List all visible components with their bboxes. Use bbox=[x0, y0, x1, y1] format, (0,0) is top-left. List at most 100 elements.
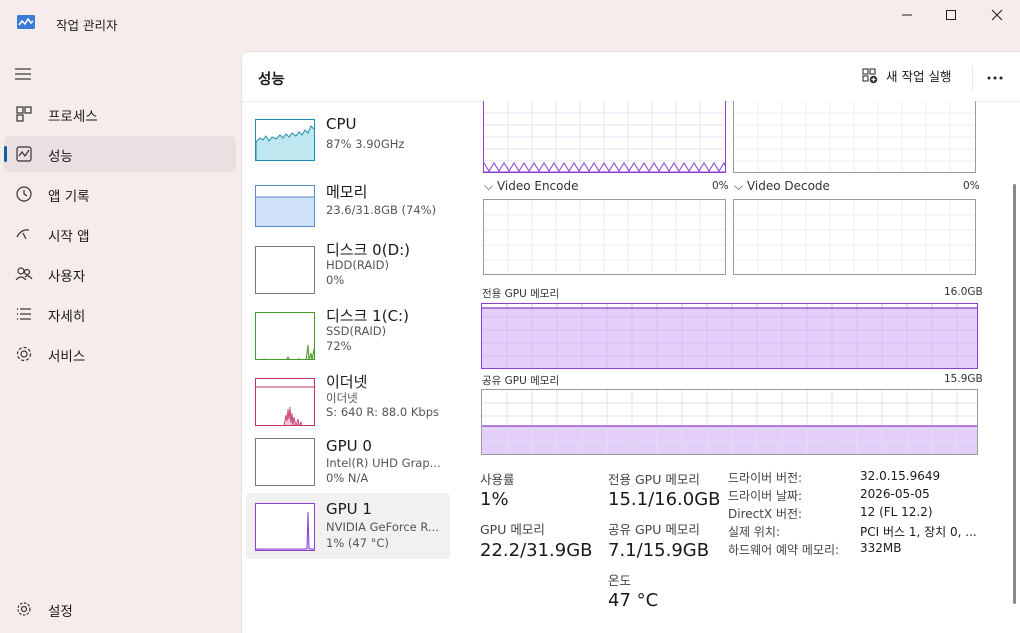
vertical-scrollbar[interactable] bbox=[1013, 184, 1016, 604]
resource-title: GPU 0 bbox=[326, 437, 372, 455]
startup-icon bbox=[16, 229, 30, 240]
gpu-mem-label: GPU 메모리 bbox=[480, 522, 545, 537]
dedicated-memory-graph bbox=[481, 303, 978, 369]
info-value: 332MB bbox=[860, 541, 902, 555]
resource-detail-usage: 72% bbox=[326, 339, 352, 353]
gpu-1-thumbnail bbox=[255, 503, 315, 551]
hamburger-menu-icon[interactable] bbox=[14, 66, 34, 82]
video-encode-selector[interactable]: ⌵ Video Encode bbox=[484, 179, 579, 194]
more-options-button[interactable] bbox=[984, 68, 1006, 88]
resource-detail: 87% 3.90GHz bbox=[326, 137, 405, 151]
users-icon bbox=[15, 267, 33, 281]
disk-1-thumbnail bbox=[255, 312, 315, 360]
engine-graph-2 bbox=[733, 101, 976, 173]
dedicated-mem-value: 15.1/16.0GB bbox=[608, 489, 721, 510]
resource-ethernet[interactable]: 이더넷 이더넷 S: 640 R: 88.0 Kbps bbox=[246, 370, 450, 426]
nav-label-processes: 프로세스 bbox=[48, 109, 98, 125]
nav-item-details[interactable]: 자세히 bbox=[4, 296, 236, 332]
resource-disk-1[interactable]: 디스크 1(C:) SSD(RAID) 72% bbox=[246, 304, 450, 360]
close-button[interactable] bbox=[974, 0, 1020, 30]
temperature-label: 온도 bbox=[608, 573, 632, 588]
chevron-down-icon: ⌵ bbox=[484, 179, 494, 193]
shared-memory-max: 15.9GB bbox=[944, 373, 983, 385]
resource-title: 이더넷 bbox=[326, 373, 368, 391]
shared-memory-label: 공유 GPU 메모리 bbox=[482, 375, 560, 387]
resource-cpu[interactable]: CPU 87% 3.90GHz bbox=[246, 114, 450, 170]
active-indicator bbox=[4, 146, 7, 162]
maximize-button[interactable] bbox=[928, 0, 974, 30]
new-task-label: 새 작업 실행 bbox=[886, 69, 952, 84]
close-icon bbox=[991, 9, 1003, 21]
nav-label-details: 자세히 bbox=[48, 309, 86, 325]
task-manager-app-icon bbox=[17, 15, 35, 29]
header-divider bbox=[972, 66, 973, 90]
nav-item-performance[interactable]: 성능 bbox=[4, 136, 236, 172]
info-value: PCI 버스 1, 장치 0, ... bbox=[860, 525, 977, 539]
nav-label-services: 서비스 bbox=[48, 349, 86, 365]
nav-label-performance: 성능 bbox=[48, 149, 73, 165]
nav-label-settings: 설정 bbox=[48, 604, 73, 620]
resource-title: 디스크 1(C:) bbox=[326, 307, 409, 325]
nav-item-users[interactable]: 사용자 bbox=[4, 256, 236, 292]
resource-detail-throughput: S: 640 R: 88.0 Kbps bbox=[326, 405, 439, 419]
nav-item-settings[interactable]: 설정 bbox=[4, 591, 236, 627]
info-label: 드라이버 버전: bbox=[728, 471, 803, 485]
resource-detail-type: 이더넷 bbox=[326, 391, 358, 405]
dedicated-memory-max: 16.0GB bbox=[944, 286, 983, 298]
resource-detail-usage: 1% (47 °C) bbox=[326, 536, 389, 550]
resource-title: 메모리 bbox=[326, 183, 368, 201]
nav-label-app-history: 앱 기록 bbox=[48, 189, 90, 205]
info-label: 하드웨어 예약 메모리: bbox=[728, 543, 840, 557]
nav-item-services[interactable]: 서비스 bbox=[4, 336, 236, 372]
services-icon bbox=[16, 346, 32, 362]
ethernet-thumbnail bbox=[255, 378, 315, 426]
nav-item-app-history[interactable]: 앱 기록 bbox=[4, 176, 236, 212]
nav-label-startup: 시작 앱 bbox=[48, 229, 90, 245]
new-task-icon bbox=[862, 67, 878, 83]
chevron-down-icon: ⌵ bbox=[734, 179, 744, 193]
resource-title: CPU bbox=[326, 115, 357, 133]
performance-icon bbox=[16, 146, 32, 162]
title-bar: 작업 관리자 bbox=[0, 0, 1020, 48]
page-title: 성능 bbox=[258, 72, 285, 88]
shared-memory-fill bbox=[482, 426, 977, 454]
details-icon bbox=[17, 308, 31, 320]
resource-memory[interactable]: 메모리 23.6/31.8GB (74%) bbox=[246, 180, 450, 236]
info-label: DirectX 버전: bbox=[728, 507, 803, 521]
resource-title: GPU 1 bbox=[326, 500, 372, 518]
gpu-0-thumbnail bbox=[255, 438, 315, 486]
more-icon bbox=[987, 76, 1003, 80]
main-panel: 성능 새 작업 실행 CPU 87% 3.90GHz 메모리 23.6/31.8… bbox=[241, 51, 1020, 633]
resource-gpu-1[interactable]: GPU 1 NVIDIA GeForce R... 1% (47 °C) bbox=[246, 493, 450, 559]
dedicated-mem-label: 전용 GPU 메모리 bbox=[608, 472, 700, 487]
video-decode-graph bbox=[733, 199, 976, 275]
processes-icon bbox=[16, 106, 32, 122]
minimize-icon bbox=[902, 14, 912, 16]
video-decode-selector[interactable]: ⌵ Video Decode bbox=[734, 179, 830, 194]
resource-detail-model: NVIDIA GeForce R... bbox=[326, 520, 439, 534]
info-value: 12 (FL 12.2) bbox=[860, 505, 933, 519]
disk-0-thumbnail bbox=[255, 246, 315, 294]
memory-thumbnail bbox=[255, 185, 315, 227]
resource-disk-0[interactable]: 디스크 0(D:) HDD(RAID) 0% bbox=[246, 238, 450, 294]
minimize-button[interactable] bbox=[884, 0, 930, 30]
history-icon bbox=[16, 186, 32, 202]
nav-item-startup[interactable]: 시작 앱 bbox=[4, 216, 236, 252]
shared-mem-label: 공유 GPU 메모리 bbox=[608, 522, 700, 537]
resource-gpu-0[interactable]: GPU 0 Intel(R) UHD Grap... 0% N/A bbox=[246, 436, 450, 492]
maximize-icon bbox=[946, 10, 956, 20]
info-value: 2026-05-05 bbox=[860, 487, 930, 501]
dedicated-memory-label: 전용 GPU 메모리 bbox=[482, 288, 560, 300]
video-encode-label: Video Encode bbox=[496, 179, 579, 193]
video-encode-graph bbox=[483, 199, 726, 275]
temperature-value: 47 °C bbox=[608, 590, 659, 611]
new-task-button[interactable]: 새 작업 실행 bbox=[862, 66, 951, 85]
cpu-thumbnail bbox=[255, 119, 315, 161]
nav-item-processes[interactable]: 프로세스 bbox=[4, 96, 236, 132]
shared-memory-graph bbox=[481, 389, 978, 455]
resource-detail-usage: 0% bbox=[326, 273, 345, 287]
gpu-mem-value: 22.2/31.9GB bbox=[480, 540, 593, 561]
resource-detail-usage: 0% N/A bbox=[326, 471, 369, 485]
nav-label-users: 사용자 bbox=[48, 269, 86, 285]
resource-detail: 23.6/31.8GB (74%) bbox=[326, 203, 437, 217]
